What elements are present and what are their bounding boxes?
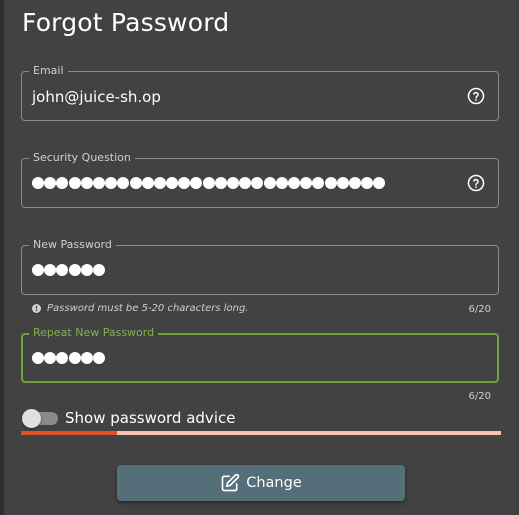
- mask-dot: [80, 264, 93, 276]
- password-advice-toggle[interactable]: [22, 409, 58, 428]
- mask-dot: [80, 177, 93, 189]
- mask-dot: [32, 264, 44, 276]
- repeat-password-counter: 6/20: [468, 391, 491, 402]
- mask-dot: [287, 177, 300, 189]
- mask-dot: [117, 177, 130, 189]
- mask-dot: [263, 177, 276, 189]
- mask-dot: [44, 264, 57, 276]
- mask-dot: [56, 177, 69, 189]
- mask-dot: [361, 177, 374, 189]
- mask-dot: [190, 177, 203, 189]
- mask-dot: [178, 177, 191, 189]
- page-title: Forgot Password: [22, 8, 230, 37]
- mask-dot: [275, 177, 288, 189]
- mask-dot: [44, 352, 57, 364]
- mask-dot: [92, 352, 105, 364]
- new-password-counter: 6/20: [468, 304, 491, 315]
- password-strength-meter: [21, 431, 501, 435]
- email-input[interactable]: john@juice-sh.op: [32, 87, 161, 107]
- mask-dot: [92, 264, 105, 276]
- mask-dot: [68, 177, 81, 189]
- new-password-label: New Password: [29, 238, 116, 252]
- mask-dot: [227, 177, 239, 189]
- mask-dot: [336, 177, 349, 189]
- security-question-field[interactable]: Security Question: [21, 151, 499, 208]
- security-question-label: Security Question: [29, 151, 135, 165]
- mask-dot: [166, 177, 179, 189]
- help-circle-icon[interactable]: [467, 174, 485, 192]
- password-hint-text: Password must be 5-20 characters long.: [47, 303, 249, 314]
- mask-dot: [92, 177, 105, 189]
- mask-dot: [68, 264, 81, 276]
- mask-dot: [56, 264, 69, 276]
- mask-dot: [324, 177, 337, 189]
- mask-dot: [239, 177, 252, 189]
- mask-dot: [44, 177, 57, 189]
- forgot-password-card: Forgot Password Email john@juice-sh.op S…: [4, 0, 519, 515]
- info-icon: [32, 304, 41, 313]
- email-field[interactable]: Email john@juice-sh.op: [21, 64, 499, 121]
- mask-dot: [141, 177, 154, 189]
- change-button-label[interactable]: Change: [246, 475, 302, 491]
- password-length-hint: Password must be 5-20 characters long.: [32, 303, 249, 314]
- mask-dot: [68, 352, 81, 364]
- mask-dot: [312, 177, 325, 189]
- mask-dot: [32, 352, 44, 364]
- security-answer-input[interactable]: [32, 177, 386, 191]
- repeat-password-label: Repeat New Password: [29, 326, 159, 340]
- edit-icon: [221, 473, 240, 492]
- mask-dot: [80, 352, 93, 364]
- password-strength-fill: [21, 431, 117, 435]
- mask-dot: [153, 177, 166, 189]
- mask-dot: [251, 177, 264, 189]
- new-password-field[interactable]: New Password: [21, 238, 499, 295]
- mask-dot: [56, 352, 69, 364]
- toggle-thumb[interactable]: [22, 409, 41, 428]
- help-circle-icon[interactable]: [467, 87, 485, 105]
- repeat-password-field[interactable]: Repeat New Password: [21, 326, 499, 383]
- mask-dot: [300, 177, 313, 189]
- mask-dot: [129, 177, 142, 189]
- mask-dot: [373, 177, 386, 189]
- mask-dot: [32, 177, 44, 189]
- mask-dot: [105, 177, 118, 189]
- mask-dot: [214, 177, 227, 189]
- email-label: Email: [29, 64, 68, 78]
- new-password-input[interactable]: [32, 264, 105, 278]
- mask-dot: [348, 177, 361, 189]
- repeat-password-input[interactable]: [32, 352, 105, 366]
- password-advice-label[interactable]: Show password advice: [65, 409, 235, 427]
- mask-dot: [202, 177, 215, 189]
- change-button[interactable]: Change: [117, 465, 405, 501]
